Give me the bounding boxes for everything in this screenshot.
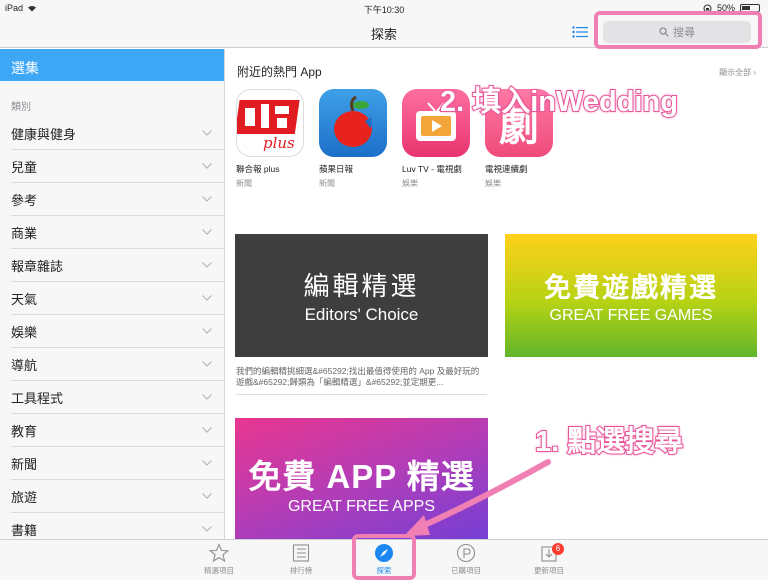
sidebar-item[interactable]: 娛樂	[11, 315, 224, 348]
apple-app-icon	[319, 89, 387, 157]
udn-app-icon: plus	[236, 89, 304, 157]
sidebar-item-label: 書籍	[11, 522, 38, 538]
sidebar-item[interactable]: 導航	[11, 348, 224, 381]
app-name: Luv TV - 電視劇	[402, 164, 462, 174]
banner-title: 免費遊戲精選	[544, 273, 718, 303]
sidebar-item-label: 娛樂	[11, 324, 38, 340]
sidebar-item-label: 報章雜誌	[11, 258, 64, 274]
sidebar-section-label: 類別	[11, 102, 31, 113]
sidebar-item-label: 教育	[11, 423, 38, 439]
tab-updates[interactable]: 6 更新項目	[519, 543, 579, 576]
main-content: 附近的熱門 App 顯示全部 › plus 聯合報 plus 新聞 蘋果日報 新…	[226, 49, 768, 539]
sidebar-item-label: 商業	[11, 225, 38, 241]
sidebar-item[interactable]: 書籍	[11, 513, 224, 539]
updates-badge: 6	[552, 543, 564, 555]
app-name: 電視連續劇	[485, 164, 528, 174]
sidebar-item-label: 工具程式	[11, 390, 64, 406]
editors-choice-banner[interactable]: 編輯精選 Editors' Choice	[235, 234, 488, 357]
chevron-down-icon	[202, 493, 212, 499]
app-card-udn[interactable]: plus 聯合報 plus 新聞	[236, 89, 304, 189]
banner-title: 編輯精選	[303, 271, 420, 301]
explore-tab-highlight	[352, 534, 416, 580]
chevron-down-icon	[202, 295, 212, 301]
list-view-icon[interactable]	[572, 26, 588, 38]
search-highlight	[594, 11, 762, 49]
sidebar-item-label: 兒童	[11, 159, 38, 175]
sidebar: 選集 類別 健康與健身兒童參考商業報章雜誌天氣娛樂導航工具程式教育新聞旅遊書籍	[0, 49, 225, 539]
sidebar-item[interactable]: 兒童	[11, 150, 224, 183]
banner-subtitle: Editors' Choice	[304, 305, 419, 324]
sidebar-item[interactable]: 參考	[11, 183, 224, 216]
app-name: 聯合報 plus	[236, 164, 280, 174]
sidebar-item[interactable]: 商業	[11, 216, 224, 249]
app-card-apple-daily[interactable]: 蘋果日報 新聞	[319, 89, 387, 189]
udn-icon-text: plus	[263, 134, 295, 152]
chevron-down-icon	[202, 361, 212, 367]
divider	[236, 394, 487, 395]
nearby-section-title: 附近的熱門 App	[237, 65, 322, 79]
sidebar-item-label: 導航	[11, 357, 38, 373]
see-all-label: 顯示全部	[719, 68, 752, 77]
see-all-link[interactable]: 顯示全部 ›	[719, 67, 756, 78]
chevron-down-icon	[202, 229, 212, 235]
sidebar-item[interactable]: 天氣	[11, 282, 224, 315]
star-icon	[209, 543, 229, 563]
sidebar-item-label: 健康與健身	[11, 126, 77, 142]
sidebar-item[interactable]: 工具程式	[11, 381, 224, 414]
app-category: 娛樂	[402, 179, 418, 188]
chevron-down-icon	[202, 163, 212, 169]
chevron-down-icon	[202, 130, 212, 136]
tab-featured[interactable]: 精選項目	[189, 543, 249, 576]
sidebar-item[interactable]: 報章雜誌	[11, 249, 224, 282]
annotation-step-1: 1. 點選搜尋	[534, 425, 684, 459]
sidebar-item[interactable]: 旅遊	[11, 480, 224, 513]
chevron-down-icon	[202, 196, 212, 202]
sidebar-category-list: 健康與健身兒童參考商業報章雜誌天氣娛樂導航工具程式教育新聞旅遊書籍	[0, 117, 224, 539]
banner-subtitle: GREAT FREE GAMES	[549, 307, 713, 324]
list-icon	[292, 544, 310, 562]
battery-fill	[742, 6, 750, 10]
banner-title: 免費 APP 精選	[248, 458, 475, 495]
tab-label: 排行榜	[289, 566, 313, 575]
app-name: 蘋果日報	[319, 164, 354, 174]
app-category: 新聞	[236, 179, 252, 188]
editors-choice-description: 我們的編輯精挑細選&#65292;找出最值得使用的 App 及最好玩的遊戲&#6…	[236, 366, 480, 387]
purchased-icon	[456, 543, 476, 563]
chevron-down-icon	[202, 460, 212, 466]
chevron-down-icon	[202, 394, 212, 400]
tab-top-charts[interactable]: 排行榜	[271, 543, 331, 576]
chevron-down-icon	[202, 427, 212, 433]
annotation-step-2: 2. 填入inWedding	[439, 85, 679, 119]
banner-subtitle: GREAT FREE APPS	[287, 498, 435, 515]
tab-label: 已購項目	[451, 566, 481, 575]
sidebar-item[interactable]: 教育	[11, 414, 224, 447]
app-category: 娛樂	[485, 179, 501, 188]
sidebar-item-label: 參考	[11, 192, 38, 208]
sidebar-item-featured[interactable]: 選集	[0, 49, 224, 81]
sidebar-item[interactable]: 健康與健身	[11, 117, 224, 150]
app-category: 新聞	[319, 179, 335, 188]
sidebar-item-label: 旅遊	[11, 489, 38, 505]
tab-label: 更新項目	[534, 566, 564, 575]
sidebar-item-label: 天氣	[11, 291, 38, 307]
chevron-down-icon	[202, 328, 212, 334]
sidebar-item-label: 新聞	[11, 456, 38, 472]
tab-label: 精選項目	[204, 566, 234, 575]
tab-purchased[interactable]: 已購項目	[436, 543, 496, 576]
free-apps-banner[interactable]: 免費 APP 精選 GREAT FREE APPS	[235, 418, 488, 539]
chevron-down-icon	[202, 526, 212, 532]
chevron-down-icon	[202, 262, 212, 268]
free-games-banner[interactable]: 免費遊戲精選 GREAT FREE GAMES	[505, 234, 757, 357]
sidebar-item[interactable]: 新聞	[11, 447, 224, 480]
